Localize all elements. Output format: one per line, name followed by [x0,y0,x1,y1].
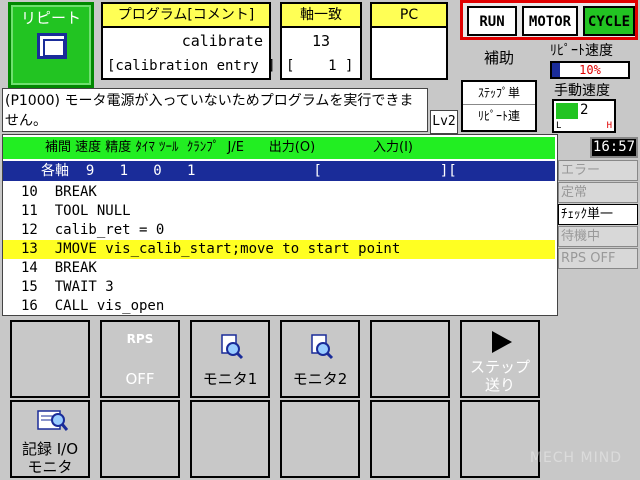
status-check-single: ﾁｪｯｸ単一 [558,204,638,225]
watermark: MECH MIND [529,450,622,466]
repeat-speed-label: ﾘﾋﾟｰﾄ速度 [550,43,613,59]
program-comment: [calibration entry ] [107,58,276,74]
function-button-empty[interactable] [460,400,540,478]
axis-match-panel[interactable]: 軸一致 13 [ 1 ] [280,2,362,80]
log-io-label-1: 記録 I/O [21,440,79,458]
code-line[interactable]: 12 calib_ret = 0 [3,221,555,240]
run-indicator: RUN [467,6,517,36]
step-forward-label-1: ステップ [469,358,530,376]
function-button-empty[interactable] [280,400,360,478]
cycle-indicator: CYCLE [583,6,635,36]
status-indicators: RUN MOTOR CYCLE [460,0,638,40]
monitor2-button[interactable]: モニタ2 [280,320,360,398]
code-line[interactable]: 16 CALL vis_open [3,297,555,316]
monitor1-label: モニタ1 [202,370,258,388]
function-button-empty[interactable] [100,400,180,478]
log-io-monitor-button[interactable]: 記録 I/O モニタ [10,400,90,478]
step-mode-single: ｽﾃｯﾌﾟ単 [463,82,535,105]
function-button-empty[interactable] [370,400,450,478]
code-line[interactable]: 10 BREAK [3,183,555,202]
status-rps: RPS OFF [558,248,638,269]
status-error: エラー [558,160,638,181]
monitor2-label: モニタ2 [292,370,348,388]
aux-label: 補助 [483,49,514,67]
level-indicator[interactable]: Lv2 [430,110,458,134]
step-forward-label-2: 送り [484,376,515,394]
axis-row: 各軸 9 1 0 1 [ ][ ] [3,161,600,181]
program-name: calibrate [181,32,263,50]
repeat-speed-bar[interactable]: 10% [550,61,630,79]
rps-icon: RPS [126,332,154,346]
repeat-speed-value: 10% [579,63,601,77]
manual-speed-fill [556,103,578,119]
code-line[interactable]: 14 BREAK [3,259,555,278]
status-waiting: 待機中 [558,226,638,247]
pc-header: PC [372,4,446,28]
status-list: エラー 定常 ﾁｪｯｸ単一 待機中 RPS OFF [558,160,638,270]
manual-speed-value: 2 [580,102,589,118]
function-button-empty[interactable] [370,320,450,398]
step-forward-button[interactable]: ステップ 送り [460,320,540,398]
axis-match-step: [ 1 ] [286,58,354,74]
monitor-search-icon [311,334,334,360]
repeat-mode-button[interactable]: リピート [8,2,94,88]
step-mode-button[interactable]: ｽﾃｯﾌﾟ単 ﾘﾋﾟｰﾄ連 [461,80,537,132]
pc-panel[interactable]: PC [370,2,448,80]
manual-speed-low: L [556,121,562,131]
step-mode-continuous: ﾘﾋﾟｰﾄ連 [477,109,520,123]
play-icon [492,331,512,353]
manual-speed-label: 手動速度 [554,83,610,99]
rps-state: OFF [125,370,155,388]
log-io-label-2: モニタ [27,458,73,476]
program-panel[interactable]: プログラム[コメント] calibrate [calibration entry… [101,2,276,80]
error-message: (P1000) モータ電源が入っていないためプログラムを実行できません。 [2,88,428,132]
program-listing[interactable]: 補間 速度 精度 ﾀｲﾏ ﾂｰﾙ ｸﾗﾝﾌﾟ J/E 出力(O) 入力(I) 各… [2,134,600,316]
code-line[interactable]: 15 TWAIT 3 [3,278,555,297]
repeat-icon [37,33,67,59]
log-search-icon [37,410,68,431]
code-line[interactable]: 11 TOOL NULL [3,202,555,221]
manual-speed-high: H [606,121,612,131]
rps-button[interactable]: RPS OFF [100,320,180,398]
code-line-current[interactable]: 13 JMOVE vis_calib_start;move to start p… [3,240,555,259]
function-button-empty[interactable] [190,400,270,478]
monitor-search-icon [221,334,244,360]
manual-speed-selector[interactable]: 2 L H [552,99,616,133]
column-header: 補間 速度 精度 ﾀｲﾏ ﾂｰﾙ ｸﾗﾝﾌﾟ J/E 出力(O) 入力(I) [3,137,555,159]
function-button-empty[interactable] [10,320,90,398]
clock: 16:57 [590,137,638,158]
repeat-mode-label: リピート [20,9,81,27]
monitor1-button[interactable]: モニタ1 [190,320,270,398]
program-header: プログラム[コメント] [103,4,269,28]
axis-match-header: 軸一致 [282,4,360,28]
status-normal: 定常 [558,182,638,203]
motor-indicator: MOTOR [522,6,578,36]
axis-match-value: 13 [311,32,331,50]
